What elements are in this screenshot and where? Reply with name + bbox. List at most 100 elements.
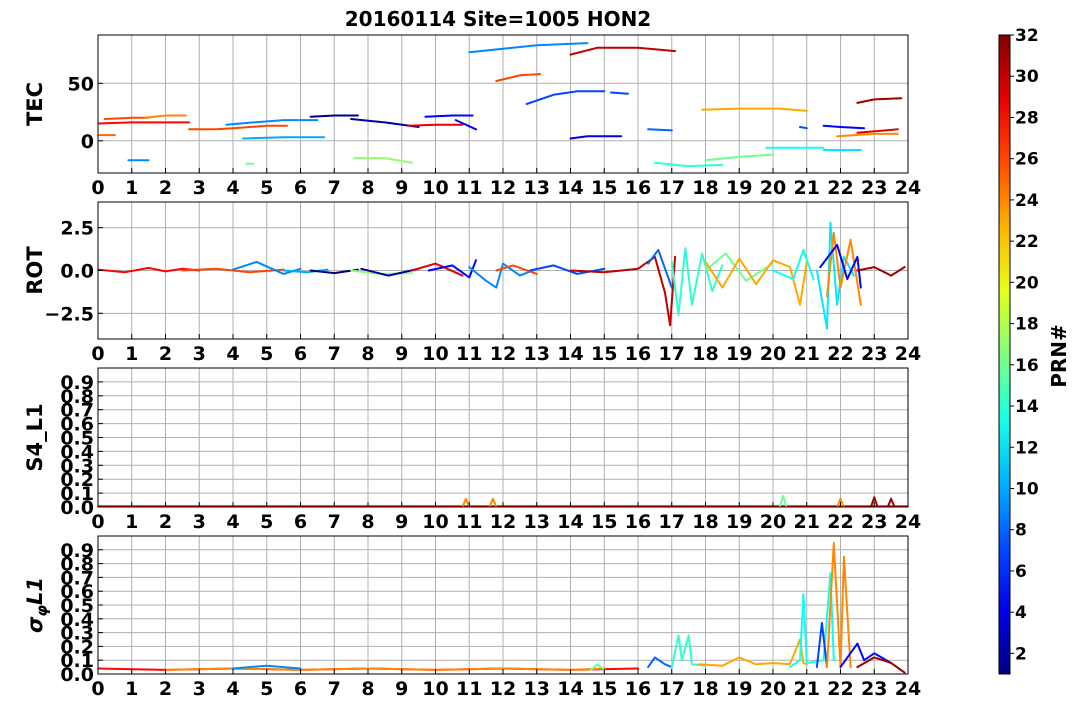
x-tick-label: 0	[91, 177, 104, 199]
x-tick-label: 20	[760, 511, 786, 533]
series-line-prn-23	[701, 107, 808, 112]
x-tick-label: 8	[361, 511, 374, 533]
x-tick-label: 6	[294, 678, 307, 700]
series-line-prn-7	[525, 90, 606, 105]
x-tick-label: 10	[422, 511, 448, 533]
y-tick-label: 0	[81, 131, 94, 153]
x-tick-label: 4	[226, 177, 239, 199]
colorbar-tick-label: 26	[1015, 150, 1039, 170]
series-group	[98, 42, 903, 168]
x-tick-label: 16	[625, 177, 651, 199]
series-line-prn-26	[103, 116, 150, 120]
series-line-prn-23	[697, 638, 808, 667]
series-group	[98, 541, 906, 674]
series-line-prn-30	[569, 255, 677, 327]
x-tick-label: 13	[524, 343, 550, 365]
x-tick-label: 22	[827, 343, 853, 365]
series-line-prn-24	[164, 667, 606, 671]
x-tick-label: 12	[490, 343, 516, 365]
series-line-prn-23	[704, 257, 808, 306]
series-line-prn-7	[799, 126, 808, 130]
colorbar-tick-label: 14	[1015, 397, 1039, 417]
x-tick-label: 1	[125, 678, 138, 700]
y-tick-label: 2.5	[60, 218, 94, 240]
colorbar-tick-label: 8	[1015, 521, 1027, 541]
x-tick-label: 10	[422, 177, 448, 199]
x-tick-label: 13	[524, 678, 550, 700]
x-tick-label: 20	[760, 343, 786, 365]
x-tick-label: 8	[361, 678, 374, 700]
x-tick-label: 5	[260, 343, 273, 365]
x-tick-label: 18	[692, 678, 718, 700]
colorbar-tick-label: 4	[1015, 603, 1027, 623]
series-line-prn-24	[836, 132, 899, 138]
y-axis-label: σφL1	[23, 577, 51, 633]
chart-title: 20160114 Site=1005 HON2	[345, 7, 651, 31]
x-tick-label: 17	[659, 678, 685, 700]
x-tick-label: 3	[193, 511, 206, 533]
x-tick-label: 10	[422, 343, 448, 365]
x-tick-label: 2	[159, 678, 172, 700]
x-tick-label: 14	[557, 511, 583, 533]
x-tick-label: 6	[294, 511, 307, 533]
x-tick-label: 11	[456, 678, 482, 700]
colorbar: PRN# 2468101214161820222426283032	[998, 26, 1071, 675]
x-tick-label: 14	[557, 177, 583, 199]
x-tick-label: 10	[422, 678, 448, 700]
x-tick-label: 6	[294, 177, 307, 199]
colorbar-tick-label: 32	[1015, 26, 1039, 46]
x-tick-label: 2	[159, 177, 172, 199]
x-tick-label: 4	[226, 343, 239, 365]
panels-group: 0 1 2 3 4 5 6 7 8 9 10 11 12 13 14 15 16 17 18 19 20 21 22 23 24…	[23, 34, 921, 700]
series-group	[98, 221, 906, 330]
x-tick-label: 12	[490, 678, 516, 700]
series-line-prn-29	[407, 123, 464, 127]
x-tick-label: 16	[625, 678, 651, 700]
series-line-prn-5	[839, 642, 893, 669]
x-tick-label: 23	[861, 343, 887, 365]
y-tick-label: −2.5	[44, 303, 94, 325]
x-tick-label: 24	[895, 343, 921, 365]
colorbar-tick-label: 24	[1015, 191, 1039, 211]
x-tick-label: 23	[861, 511, 887, 533]
x-tick-label: 20	[760, 177, 786, 199]
x-tick-label: 13	[524, 511, 550, 533]
colorbar-tick-label: 22	[1015, 232, 1039, 252]
colorbar-tick-label: 20	[1015, 273, 1039, 293]
colorbar-tick-label: 30	[1015, 67, 1039, 87]
colorbar-tick-label: 2	[1015, 644, 1027, 664]
x-tick-label: 19	[726, 678, 752, 700]
series-line-prn-10	[242, 136, 326, 140]
x-tick-label: 15	[591, 511, 617, 533]
series-line-prn-28	[98, 121, 191, 125]
colorbar-label: PRN#	[1047, 324, 1071, 388]
x-tick-label: 15	[591, 177, 617, 199]
x-tick-label: 24	[895, 511, 921, 533]
colorbar-tick-label: 10	[1015, 479, 1039, 499]
x-tick-label: 4	[226, 511, 239, 533]
series-line-prn-26	[232, 124, 288, 130]
x-tick-label: 1	[125, 343, 138, 365]
x-tick-label: 21	[794, 678, 820, 700]
x-tick-label: 1	[125, 177, 138, 199]
x-tick-label: 19	[726, 343, 752, 365]
panel-3: 0 1 2 3 4 5 6 7 8 9 10 11 12 13 14 15 16 17 18 19 20 21 22 23 24…	[23, 367, 921, 533]
x-tick-label: 18	[692, 511, 718, 533]
x-tick-label: 6	[294, 343, 307, 365]
x-tick-label: 2	[159, 511, 172, 533]
x-tick-label: 2	[159, 343, 172, 365]
x-tick-label: 3	[193, 678, 206, 700]
series-line-prn-26	[188, 127, 234, 131]
x-tick-label: 20	[760, 678, 786, 700]
x-tick-label: 22	[827, 511, 853, 533]
x-tick-label: 19	[726, 511, 752, 533]
series-line-prn-8	[647, 248, 673, 289]
x-tick-label: 19	[726, 177, 752, 199]
x-tick-label: 15	[591, 678, 617, 700]
x-tick-label: 23	[861, 177, 887, 199]
x-tick-label: 17	[659, 177, 685, 199]
x-tick-label: 5	[260, 177, 273, 199]
x-tick-label: 24	[895, 177, 921, 199]
x-tick-label: 22	[827, 177, 853, 199]
colorbar-tick-label: 6	[1015, 562, 1027, 582]
